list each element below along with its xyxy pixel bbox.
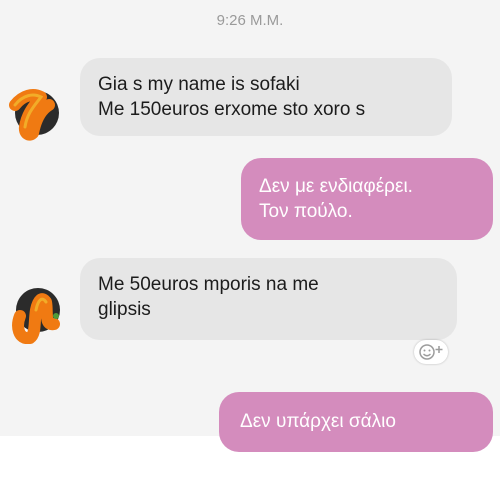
message-timestamp: 9:26 Μ.Μ. xyxy=(216,12,284,29)
sender-avatar-icon[interactable] xyxy=(6,282,62,345)
add-reaction-emoji-icon xyxy=(419,344,443,360)
message-text-line: Gia s my name is sofaki xyxy=(98,74,300,95)
message-text-line: Δεν υπάρχει σάλιο xyxy=(240,411,396,432)
outgoing-message-bubble[interactable]: Δεν υπάρχει σάλιο xyxy=(219,392,493,452)
message-text-line: Δεν με ενδιαφέρει. xyxy=(259,176,413,197)
message-text-line: Τον πούλο. xyxy=(259,201,353,222)
message-text-line: glipsis xyxy=(98,299,151,320)
message-text-line: Me 150euros erxome sto xoro s xyxy=(98,99,366,120)
chat-screen: 9:26 Μ.Μ. Gia s my name is sofaki Me 150… xyxy=(0,0,500,477)
sender-avatar-icon[interactable] xyxy=(5,83,61,141)
incoming-message-bubble[interactable]: Gia s my name is sofaki Me 150euros erxo… xyxy=(80,58,452,136)
add-reaction-button[interactable] xyxy=(414,340,448,364)
outgoing-message-bubble[interactable]: Δεν με ενδιαφέρει. Τον πούλο. xyxy=(241,158,493,240)
incoming-message-bubble[interactable]: Me 50euros mporis na me glipsis xyxy=(80,258,457,340)
message-text-line: Me 50euros mporis na me xyxy=(98,274,319,295)
